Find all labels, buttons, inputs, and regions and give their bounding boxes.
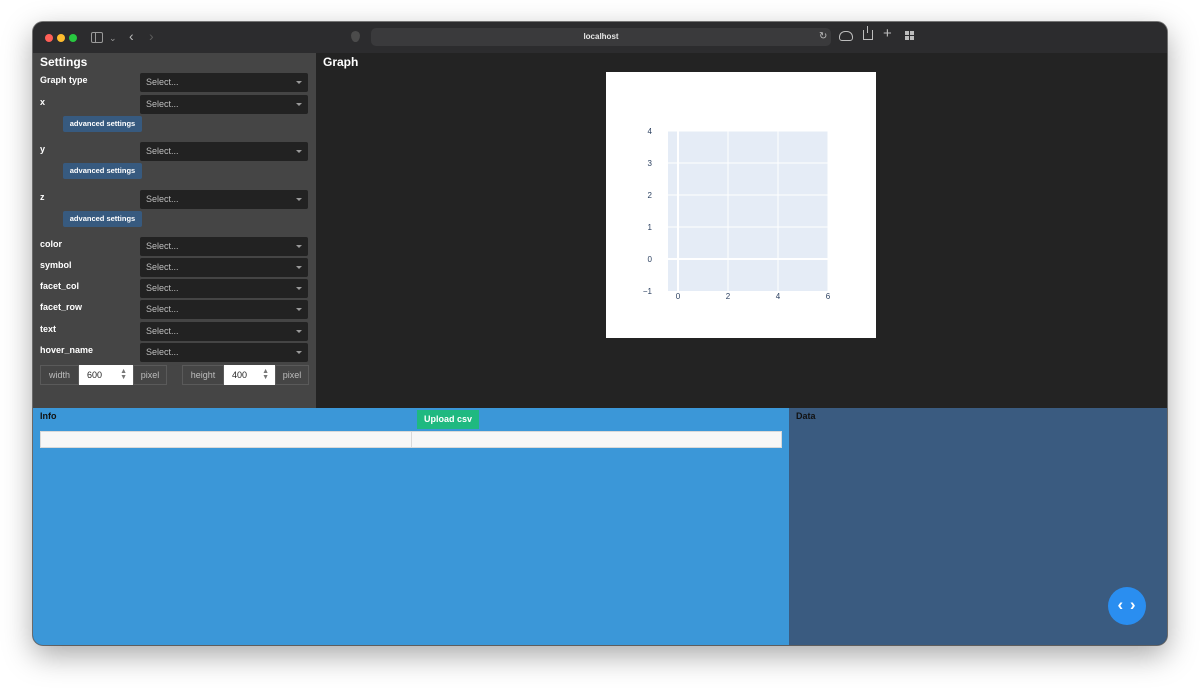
hover-name-label: hover_name xyxy=(40,345,94,355)
cloud-icon[interactable] xyxy=(839,31,853,41)
width-input[interactable]: 600 ▲ ▼ xyxy=(79,365,133,385)
data-title: Data xyxy=(796,411,816,421)
width-label: width xyxy=(40,365,79,385)
color-label: color xyxy=(40,239,63,249)
close-window-button[interactable] xyxy=(45,34,53,42)
reload-icon[interactable]: ↻ xyxy=(819,31,827,43)
x-tick-label: 2 xyxy=(726,292,731,301)
sidebar-toggle-icon[interactable] xyxy=(91,32,103,43)
y-select[interactable]: Select... xyxy=(140,142,308,161)
stepper-icon[interactable]: ▲ ▼ xyxy=(262,368,269,381)
graph-title: Graph xyxy=(323,55,359,69)
x-tick-label: 0 xyxy=(676,292,681,301)
y-tick-label: 1 xyxy=(648,223,653,232)
x-select[interactable]: Select... xyxy=(140,95,308,114)
height-input[interactable]: 400 ▲ ▼ xyxy=(224,365,275,385)
info-table-cell xyxy=(41,432,412,447)
y-select-value: Select... xyxy=(146,146,179,156)
x-select-value: Select... xyxy=(146,99,179,109)
dropdown-caret-icon xyxy=(296,103,302,106)
z-select[interactable]: Select... xyxy=(140,190,308,209)
share-icon[interactable] xyxy=(863,26,873,40)
facet-row-select[interactable]: Select... xyxy=(140,300,308,319)
info-panel: Info Upload csv xyxy=(33,408,789,645)
tab-overview-icon[interactable] xyxy=(905,31,914,40)
x-tick-label: 4 xyxy=(776,292,781,301)
x-label: x xyxy=(40,97,46,107)
privacy-shield-icon[interactable] xyxy=(351,31,360,42)
code-toggle-button[interactable]: ‹ › xyxy=(1108,587,1146,625)
back-arrow-icon[interactable]: ‹ xyxy=(129,29,134,43)
settings-title: Settings xyxy=(40,55,88,69)
hover-name-select[interactable]: Select... xyxy=(140,343,308,362)
graph-type-select[interactable]: Select... xyxy=(140,73,308,92)
z-advanced-settings-button[interactable]: advanced settings xyxy=(63,211,142,227)
height-label: height xyxy=(182,365,224,385)
dropdown-caret-icon xyxy=(296,266,302,269)
facet-col-label: facet_col xyxy=(40,281,80,291)
y-advanced-settings-button[interactable]: advanced settings xyxy=(63,163,142,179)
chevron-down-icon[interactable]: ⌄ xyxy=(109,32,117,44)
facet-row-label: facet_row xyxy=(40,302,83,312)
y-tick-label: 2 xyxy=(648,191,653,200)
facet-col-select-value: Select... xyxy=(146,283,179,293)
browser-window: ⌄ ‹ › localhost ↻ + Settings Graph type … xyxy=(33,22,1167,645)
maximize-window-button[interactable] xyxy=(69,34,77,42)
browser-titlebar: ⌄ ‹ › localhost ↻ + xyxy=(33,22,1167,54)
facet-row-select-value: Select... xyxy=(146,304,179,314)
x-advanced-settings-button[interactable]: advanced settings xyxy=(63,116,142,132)
dropdown-caret-icon xyxy=(296,245,302,248)
graph-type-label: Graph type xyxy=(40,75,88,85)
stepper-icon[interactable]: ▲ ▼ xyxy=(120,368,127,381)
z-select-value: Select... xyxy=(146,194,179,204)
settings-panel: Settings Graph type Select... x Select..… xyxy=(33,53,316,408)
height-input-value: 400 xyxy=(232,370,248,380)
code-icon: ‹ › xyxy=(1117,595,1137,614)
address-bar[interactable]: localhost xyxy=(371,28,831,46)
symbol-select-value: Select... xyxy=(146,262,179,272)
forward-arrow-icon[interactable]: › xyxy=(149,29,154,43)
info-table-cell xyxy=(412,432,781,447)
y-tick-label: −1 xyxy=(643,287,653,296)
data-panel: Data ‹ › xyxy=(789,408,1167,645)
color-select-value: Select... xyxy=(146,241,179,251)
text-select-value: Select... xyxy=(146,326,179,336)
dropdown-caret-icon xyxy=(296,351,302,354)
minimize-window-button[interactable] xyxy=(57,34,65,42)
upload-csv-button[interactable]: Upload csv xyxy=(417,410,479,429)
width-unit-label: pixel xyxy=(133,365,167,385)
empty-plot[interactable]: 0 2 4 6 4 3 2 1 0 −1 xyxy=(606,72,876,338)
dropdown-caret-icon xyxy=(296,150,302,153)
dropdown-caret-icon xyxy=(296,81,302,84)
height-unit-label: pixel xyxy=(275,365,309,385)
hover-name-select-value: Select... xyxy=(146,347,179,357)
z-label: z xyxy=(40,192,45,202)
symbol-label: symbol xyxy=(40,260,72,270)
info-title: Info xyxy=(40,411,57,421)
text-label: text xyxy=(40,324,57,334)
y-label: y xyxy=(40,144,46,154)
dropdown-caret-icon xyxy=(296,198,302,201)
plot-card: 0 2 4 6 4 3 2 1 0 −1 xyxy=(606,72,876,338)
y-tick-label: 0 xyxy=(648,255,653,264)
text-select[interactable]: Select... xyxy=(140,322,308,341)
graph-panel: Graph 0 2 4 6 4 3 2 1 0 −1 xyxy=(316,53,1167,408)
y-tick-label: 4 xyxy=(648,127,653,136)
new-tab-icon[interactable]: + xyxy=(883,26,892,41)
symbol-select[interactable]: Select... xyxy=(140,258,308,277)
x-tick-label: 6 xyxy=(826,292,831,301)
dropdown-caret-icon xyxy=(296,287,302,290)
plot-area[interactable] xyxy=(668,131,828,291)
graph-type-select-value: Select... xyxy=(146,77,179,87)
width-input-value: 600 xyxy=(87,370,103,380)
color-select[interactable]: Select... xyxy=(140,237,308,256)
facet-col-select[interactable]: Select... xyxy=(140,279,308,298)
info-table xyxy=(40,431,782,448)
dropdown-caret-icon xyxy=(296,308,302,311)
y-tick-label: 3 xyxy=(648,159,653,168)
dropdown-caret-icon xyxy=(296,330,302,333)
